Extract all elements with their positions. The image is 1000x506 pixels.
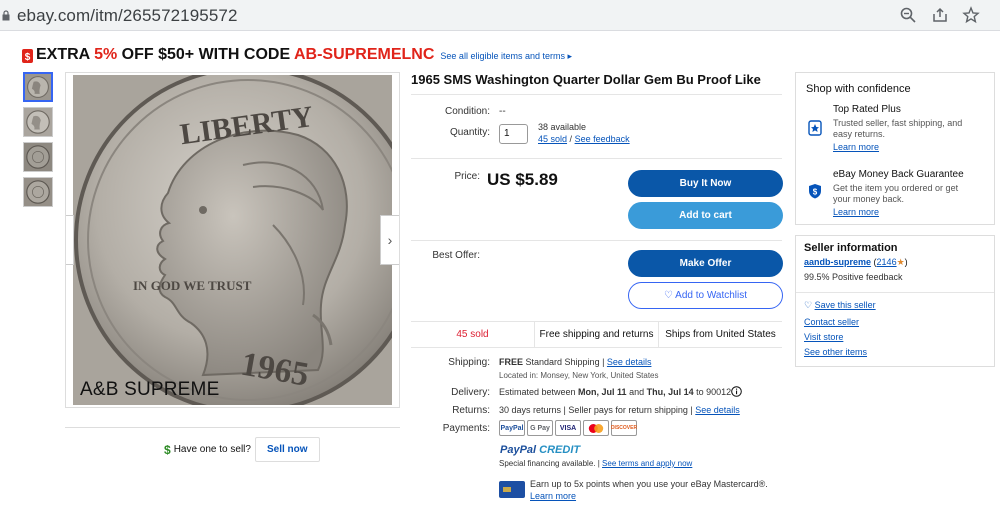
returns-details-link[interactable]: See details <box>695 405 740 415</box>
shipping-details-link[interactable]: See details <box>607 357 652 367</box>
promo-banner: $ EXTRA 5% OFF $50+ WITH CODE AB-SUPREME… <box>22 45 572 65</box>
top-rated-desc-1: Trusted seller, fast shipping, and <box>833 118 963 128</box>
bookmark-star-icon[interactable] <box>962 6 980 24</box>
share-icon[interactable] <box>931 6 949 24</box>
google-pay-icon: G Pay <box>527 420 553 436</box>
stats-strip: 45 sold Free shipping and returns Ships … <box>411 321 782 348</box>
thumbnail-2[interactable] <box>23 107 53 137</box>
save-seller-row[interactable]: ♡ Save this seller <box>804 300 876 311</box>
money-back-desc-1: Get the item you ordered or get <box>833 183 959 193</box>
main-image-viewer[interactable]: LIBERTY IN GOD WE TRUST 1965 › <box>65 72 400 408</box>
contact-seller-link[interactable]: Contact seller <box>804 317 859 327</box>
shipping-value: FREE Standard Shipping | See details <box>499 357 652 367</box>
discover-icon: DISCOVER <box>611 420 637 436</box>
condition-label: Condition: <box>444 106 490 117</box>
buy-it-now-button[interactable]: Buy It Now <box>628 170 783 197</box>
item-location: Located in: Monsey, New York, United Sta… <box>499 371 659 380</box>
financing-note: Special financing available. | See terms… <box>499 459 693 468</box>
image-watermark: A&B SUPREME <box>80 379 220 400</box>
sell-now-button[interactable]: Sell now <box>254 437 320 462</box>
returns-value: 30 days returns | Seller pays for return… <box>499 405 740 415</box>
mastercard-offer-text: Earn up to 5x points when you use your e… <box>530 479 768 489</box>
svg-text:$: $ <box>813 188 818 197</box>
top-rated-badge-icon <box>808 120 822 136</box>
money-back-learn-more-link[interactable]: Learn more <box>833 207 879 217</box>
zoom-icon[interactable] <box>899 6 917 24</box>
price-label: Price: <box>454 171 480 182</box>
seller-info-panel: Seller information aandb-supreme (2146★)… <box>795 235 995 367</box>
address-bar: ebay.com/itm/265572195572 <box>0 0 1000 31</box>
sell-prompt: $ Have one to sell? Sell now <box>164 437 320 462</box>
shop-confidence-panel: Shop with confidence Top Rated Plus Trus… <box>795 72 995 225</box>
condition-value: -- <box>499 106 506 117</box>
price-value: US $5.89 <box>487 170 558 189</box>
divider <box>411 94 782 95</box>
delivery-label: Delivery: <box>451 387 490 398</box>
save-seller-link[interactable]: Save this seller <box>815 300 876 310</box>
divider <box>796 292 994 293</box>
coin-photo: LIBERTY IN GOD WE TRUST 1965 <box>73 75 392 405</box>
visit-store-link[interactable]: Visit store <box>804 332 843 342</box>
confidence-heading: Shop with confidence <box>806 83 911 95</box>
thumbnail-4[interactable] <box>23 177 53 207</box>
seller-heading: Seller information <box>804 242 898 254</box>
sold-count: 45 sold <box>411 322 535 347</box>
lock-icon <box>2 10 10 21</box>
thumbnail-1[interactable] <box>23 72 53 102</box>
see-other-items-link[interactable]: See other items <box>804 347 867 357</box>
paypal-credit-logo: PayPal CREDIT <box>500 444 581 456</box>
item-title: 1965 SMS Washington Quarter Dollar Gem B… <box>411 72 761 87</box>
positive-feedback: 99.5% Positive feedback <box>804 272 903 282</box>
sold-feedback-links: 45 sold / See feedback <box>538 134 630 144</box>
mastercard-icon <box>583 420 609 436</box>
quantity-label: Quantity: <box>449 127 490 138</box>
free-shipping-note: Free shipping and returns <box>535 322 659 347</box>
add-to-watchlist-button[interactable]: ♡ Add to Watchlist <box>628 282 783 309</box>
seller-name-link[interactable]: aandb-supreme <box>804 257 871 267</box>
payments-label: Payments: <box>442 423 490 434</box>
shipping-label: Shipping: <box>448 357 490 368</box>
divider <box>411 158 782 159</box>
mastercard-learn-more-link[interactable]: Learn more <box>530 491 576 501</box>
top-rated-desc-2: easy returns. <box>833 129 886 139</box>
seller-name-row: aandb-supreme (2146★) <box>804 257 908 267</box>
svg-text:$: $ <box>25 52 31 63</box>
money-back-desc-2: your money back. <box>833 194 905 204</box>
visa-icon: VISA <box>555 420 581 436</box>
heart-icon: ♡ <box>804 300 813 310</box>
money-back-title: eBay Money Back Guarantee <box>833 169 964 180</box>
ships-from-note: Ships from United States <box>665 329 776 340</box>
chevron-right-icon: › <box>387 232 393 248</box>
returns-label: Returns: <box>452 405 490 416</box>
info-icon[interactable] <box>731 386 742 397</box>
top-rated-learn-more-link[interactable]: Learn more <box>833 142 879 152</box>
delivery-estimate: Estimated between Mon, Jul 11 and Thu, J… <box>499 387 732 397</box>
coupon-tag-icon: $ <box>22 48 33 63</box>
quantity-input[interactable]: 1 <box>499 124 528 144</box>
make-offer-button[interactable]: Make Offer <box>628 250 783 277</box>
star-icon: ★ <box>896 257 905 267</box>
top-rated-title: Top Rated Plus <box>833 104 901 115</box>
svg-text:IN GOD WE TRUST: IN GOD WE TRUST <box>133 278 252 293</box>
image-prev-button[interactable] <box>66 215 74 265</box>
divider <box>65 427 400 428</box>
seller-score-link[interactable]: 2146 <box>877 257 897 267</box>
feedback-link[interactable]: See feedback <box>575 134 630 144</box>
best-offer-label: Best Offer: <box>432 250 480 261</box>
dollar-icon: $ <box>164 442 171 457</box>
thumbnail-3[interactable] <box>23 142 53 172</box>
promo-terms-link[interactable]: See all eligible items and terms ▸ <box>440 51 572 62</box>
ebay-mastercard-icon <box>499 481 525 498</box>
promo-text: EXTRA 5% OFF $50+ WITH CODE AB-SUPREMELN… <box>36 46 435 63</box>
paypal-payment-icon: PayPal <box>499 420 525 436</box>
sold-link[interactable]: 45 sold <box>538 134 567 144</box>
image-next-button[interactable]: › <box>380 215 399 265</box>
url-text[interactable]: ebay.com/itm/265572195572 <box>17 6 238 26</box>
financing-terms-link[interactable]: See terms and apply now <box>602 459 692 468</box>
sell-question: Have one to sell? <box>173 444 251 455</box>
available-count: 38 available <box>538 122 587 132</box>
money-back-shield-icon: $ <box>809 184 821 199</box>
add-to-cart-button[interactable]: Add to cart <box>628 202 783 229</box>
divider <box>411 240 782 241</box>
